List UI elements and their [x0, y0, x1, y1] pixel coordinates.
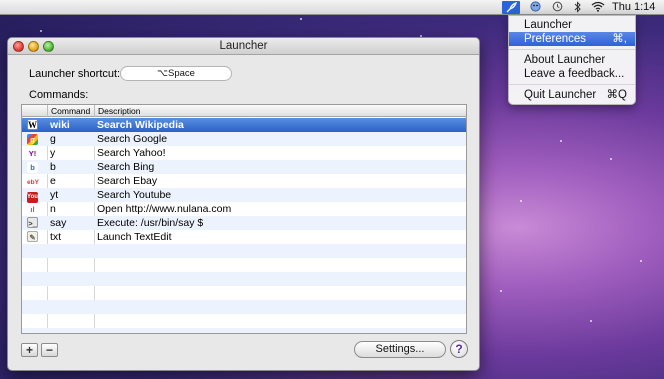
menu-item-label: Leave a feedback...	[524, 68, 625, 80]
commands-table[interactable]: Command Description W wiki Search Wikipe…	[21, 104, 467, 334]
menu-item-label: Quit Launcher	[524, 89, 597, 101]
command-cell: n	[50, 203, 56, 215]
table-row[interactable]: b b Search Bing	[22, 160, 466, 174]
command-cell: b	[50, 161, 56, 173]
bluetooth-icon[interactable]	[572, 1, 584, 14]
menu-item-shortcut: ⌘Q	[606, 89, 627, 101]
yahoo-icon: Y!	[27, 148, 38, 159]
command-cell: yt	[50, 189, 59, 201]
description-cell: Search Wikipedia	[97, 119, 184, 131]
settings-button[interactable]: Settings...	[354, 341, 446, 358]
empty-row	[22, 286, 466, 300]
menu-item-label: Launcher	[524, 19, 572, 31]
command-cell: wiki	[50, 119, 70, 131]
description-cell: Search Bing	[97, 161, 155, 173]
time-machine-icon[interactable]	[550, 1, 564, 14]
table-row[interactable]: ✎ txt Launch TextEdit	[22, 230, 466, 244]
description-cell: Execute: /usr/bin/say $	[97, 217, 204, 229]
table-body: W wiki Search Wikipedia g g Search Googl…	[22, 118, 466, 333]
launcher-menu-dropdown: Launcher Preferences ⌘, About Launcher L…	[508, 15, 636, 105]
menu-item-feedback[interactable]: Leave a feedback...	[509, 67, 635, 81]
terminal-icon: >_	[27, 217, 38, 228]
menu-item-about[interactable]: About Launcher	[509, 53, 635, 67]
nulana-icon: ıl	[27, 204, 38, 215]
description-cell: Search Yahoo!	[97, 147, 166, 159]
empty-row	[22, 244, 466, 258]
command-cell: g	[50, 133, 56, 145]
empty-row	[22, 328, 466, 333]
bing-icon: b	[27, 162, 38, 173]
menu-item-label: Preferences	[524, 33, 587, 45]
description-cell: Launch TextEdit	[97, 231, 172, 243]
menu-item-launcher[interactable]: Launcher	[509, 18, 635, 32]
command-cell: txt	[50, 231, 62, 243]
table-row[interactable]: g g Search Google	[22, 132, 466, 146]
help-button[interactable]: ?	[450, 340, 468, 358]
textedit-icon: ✎	[27, 231, 38, 242]
ebay-icon: ebY	[27, 177, 39, 188]
column-header-description[interactable]: Description	[94, 105, 466, 117]
description-cell: Search Ebay	[97, 175, 158, 187]
empty-row	[22, 314, 466, 328]
commands-label: Commands:	[29, 89, 89, 101]
table-row[interactable]: You yt Search Youtube	[22, 188, 466, 203]
menu-item-preferences[interactable]: Preferences ⌘,	[509, 32, 635, 46]
command-cell: say	[50, 217, 67, 229]
menu-separator	[509, 84, 635, 85]
wifi-icon[interactable]	[590, 1, 606, 14]
column-header-icon[interactable]	[22, 105, 47, 117]
command-cell: y	[50, 147, 56, 159]
add-command-button[interactable]: +	[21, 343, 38, 357]
shortcut-field[interactable]: ⌥Space	[120, 66, 232, 81]
window-title: Launcher	[219, 40, 268, 52]
empty-row	[22, 258, 466, 272]
menu-item-label: About Launcher	[524, 54, 606, 66]
empty-row	[22, 272, 466, 286]
description-cell: Open http://www.nulana.com	[97, 203, 232, 215]
menu-separator	[509, 49, 635, 50]
table-header: Command Description	[22, 105, 466, 117]
command-cell: e	[50, 175, 56, 187]
table-row[interactable]: Y! y Search Yahoo!	[22, 146, 466, 160]
shortcut-label: Launcher shortcut:	[29, 68, 121, 80]
title-bar[interactable]: Launcher	[8, 38, 479, 55]
wikipedia-icon: W	[27, 119, 38, 130]
description-cell: Search Youtube	[97, 189, 172, 201]
launcher-window: Launcher Launcher shortcut: ⌥Space Comma…	[7, 37, 480, 371]
smiley-icon[interactable]	[528, 1, 542, 14]
table-row[interactable]: W wiki Search Wikipedia	[22, 118, 466, 132]
launcher-rocket-icon[interactable]	[502, 1, 520, 14]
remove-command-button[interactable]: −	[41, 343, 58, 357]
column-header-command[interactable]: Command	[47, 105, 94, 117]
menu-clock[interactable]: Thu 1:14	[612, 1, 664, 14]
menu-bar: Thu 1:14	[0, 0, 664, 15]
table-row[interactable]: ıl n Open http://www.nulana.com	[22, 202, 466, 216]
empty-row	[22, 300, 466, 314]
menu-item-shortcut: ⌘,	[612, 33, 627, 45]
description-cell: Search Google	[97, 133, 168, 145]
menu-item-quit[interactable]: Quit Launcher ⌘Q	[509, 88, 635, 102]
google-icon: g	[27, 134, 38, 145]
table-row[interactable]: >_ say Execute: /usr/bin/say $	[22, 216, 466, 230]
table-row[interactable]: ebY e Search Ebay	[22, 174, 466, 188]
